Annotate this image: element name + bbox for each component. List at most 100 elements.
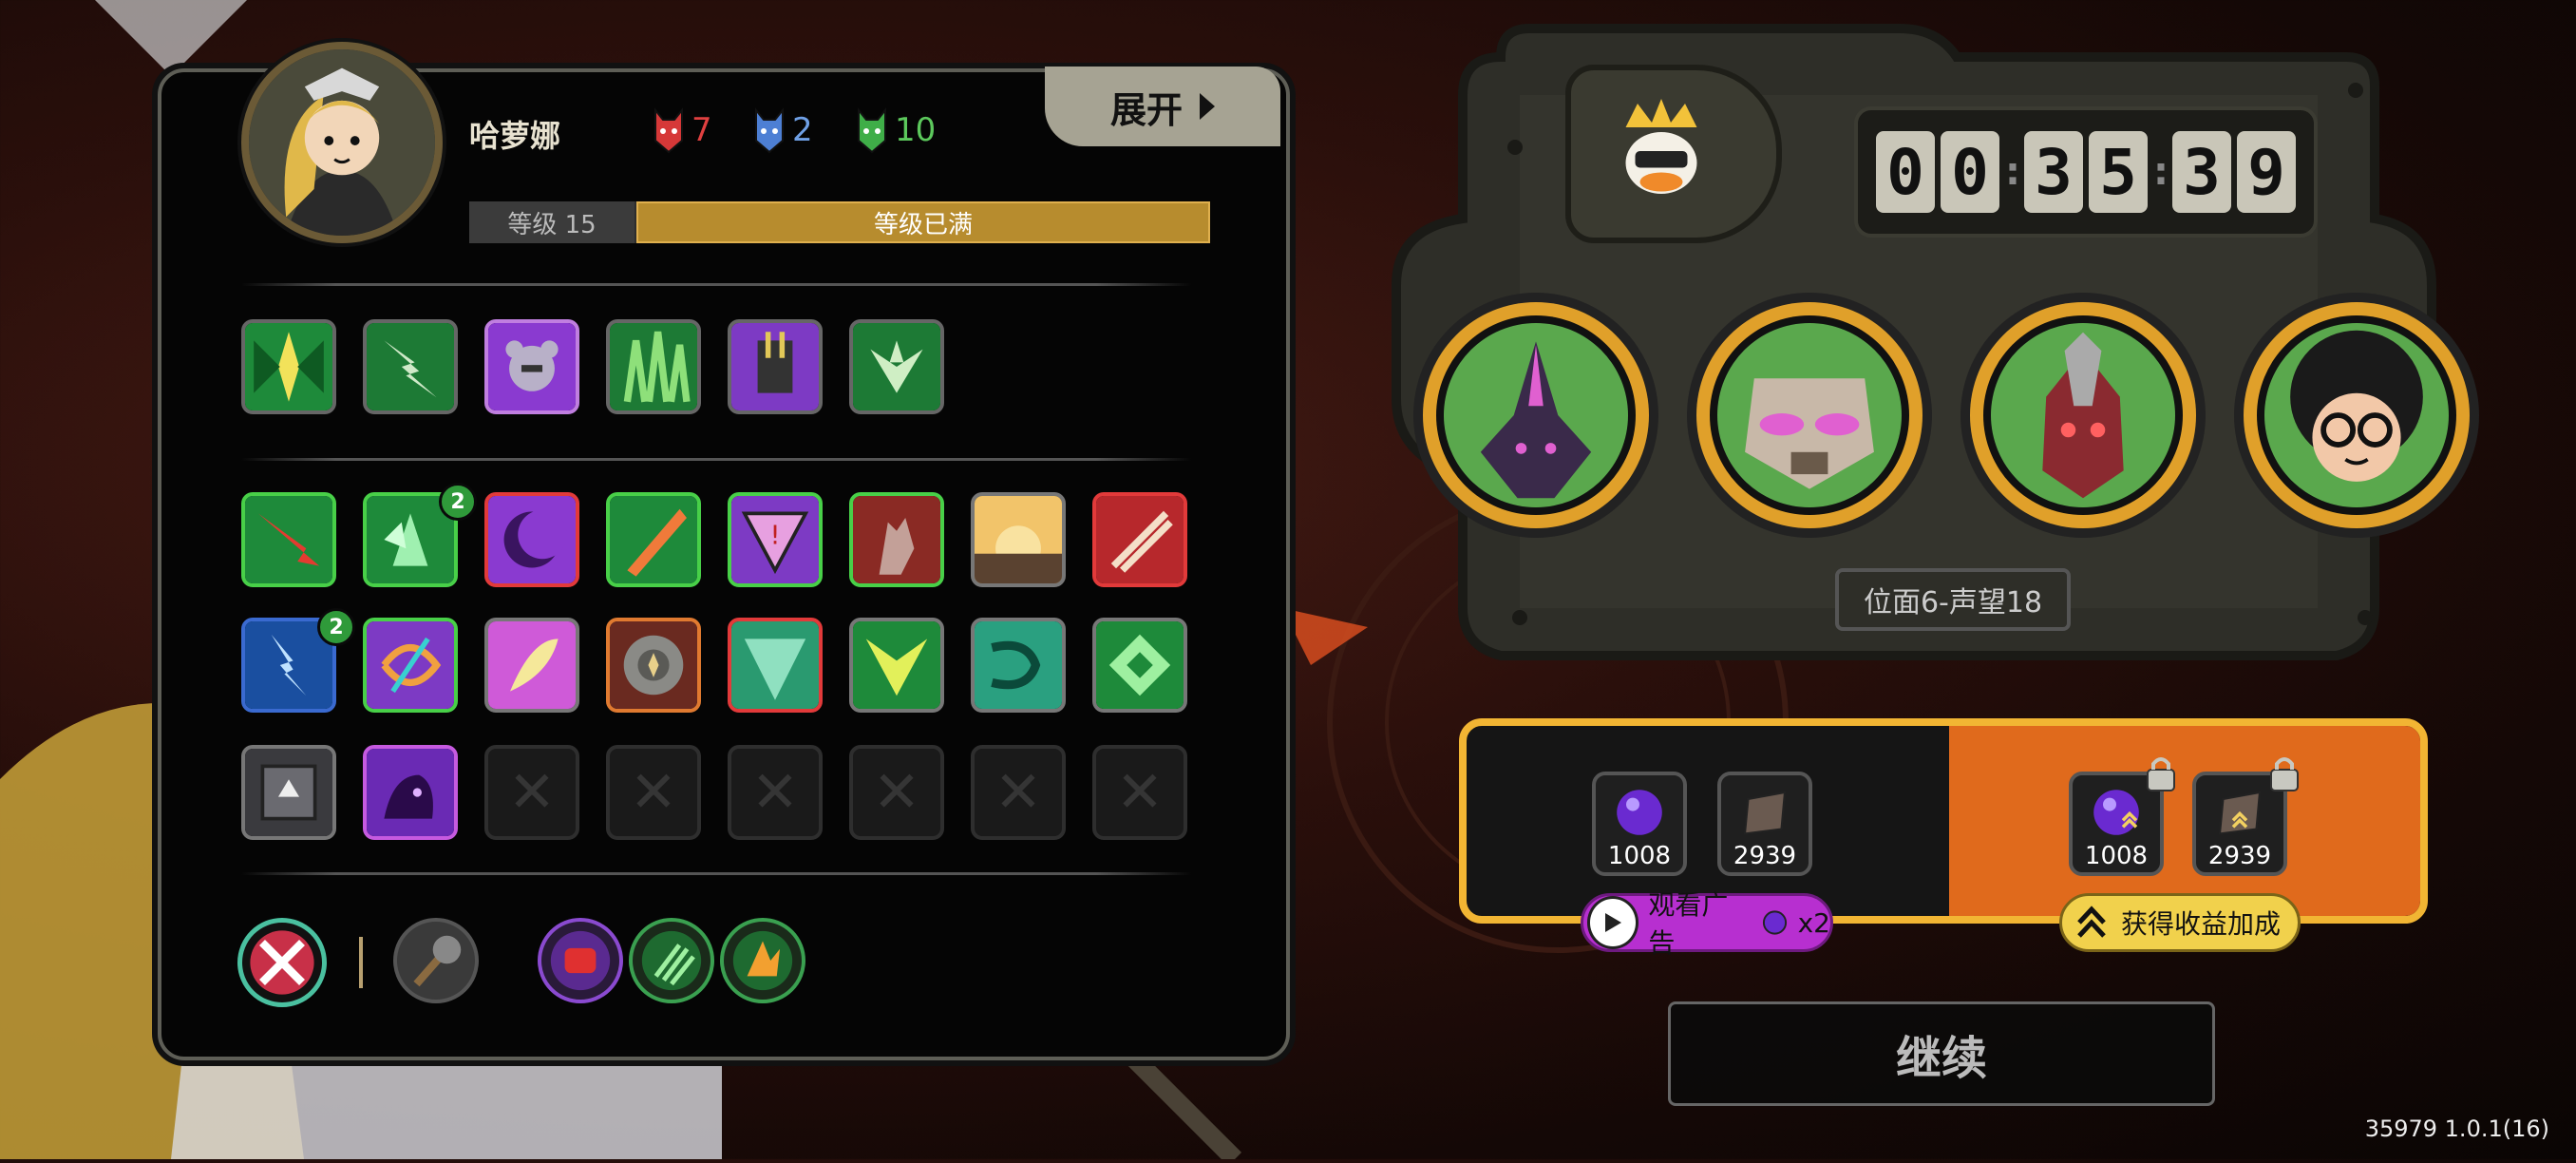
skill-slot[interactable] (606, 492, 701, 587)
team-hero-slot[interactable] (1696, 302, 1923, 528)
skill-slot[interactable] (1092, 618, 1187, 713)
reward-value: 1008 (2084, 842, 2149, 870)
version-label: 35979 1.0.1(16) (2364, 1115, 2549, 1142)
purple-bow-icon (367, 621, 454, 709)
equipment-slot-5[interactable] (728, 319, 823, 414)
equipment-slot-4[interactable] (606, 319, 701, 414)
green-claws-icon (641, 930, 702, 991)
timer-digit: 0 (1941, 131, 1999, 213)
empty-skill-slot: ✕ (484, 745, 579, 840)
mace-icon (413, 935, 462, 987)
green-v-icon (853, 621, 940, 709)
lock-icon (2270, 757, 2299, 791)
equipment-slot-1[interactable] (241, 319, 336, 414)
timer-digit: 9 (2237, 131, 2296, 213)
skill-slot[interactable] (363, 618, 458, 713)
purple-orb-icon (1762, 910, 1787, 935)
play-icon (1587, 896, 1639, 949)
ability-button[interactable] (720, 918, 805, 1003)
skill-slot[interactable] (241, 492, 336, 587)
book-icon (2218, 791, 2262, 835)
watch-ad-button[interactable]: 观看广告 x2 (1581, 889, 1833, 959)
skill-count-badge: 2 (439, 483, 477, 521)
skill-slot[interactable] (606, 618, 701, 713)
lock-icon (2147, 757, 2175, 791)
king-emblem[interactable] (1565, 65, 1782, 243)
grey-chest-icon (245, 749, 332, 836)
hero-avatar[interactable] (241, 42, 443, 243)
red-hand-icon (853, 496, 940, 583)
purple-orb-icon (1617, 790, 1662, 835)
fist-icon (550, 930, 611, 991)
timer-digit: 3 (2024, 131, 2083, 213)
skill-slot[interactable] (363, 745, 458, 840)
green-leaf-icon (853, 323, 940, 410)
plane-reputation-label: 位面6-声望18 (1835, 568, 2071, 631)
equipment-slot-3[interactable] (484, 319, 579, 414)
purple-triangle-icon: ! (731, 496, 819, 583)
red-stat: 7 (652, 106, 712, 154)
divider (241, 872, 1191, 875)
masked-robot-icon (1745, 378, 1874, 489)
purple-crescent-icon (488, 496, 576, 583)
green-flames-icon (610, 323, 697, 410)
red-beast-icon (2042, 332, 2124, 499)
purple-knight-icon (1480, 341, 1592, 499)
skill-slot[interactable] (971, 618, 1066, 713)
teal-claw-icon (731, 621, 819, 709)
hero-portrait-icon (249, 49, 435, 236)
skill-slot[interactable] (728, 618, 823, 713)
skill-slot[interactable]: ! (728, 492, 823, 587)
lightning-burst-icon (367, 323, 454, 410)
skill-slot[interactable] (484, 492, 579, 587)
ability-button[interactable] (538, 918, 623, 1003)
get-bonus-button[interactable]: 获得收益加成 (2059, 893, 2301, 952)
empty-skill-slot: ✕ (849, 745, 944, 840)
skill-slot[interactable] (1092, 492, 1187, 587)
play-arrow-icon (1200, 93, 1215, 120)
team-hero-slot[interactable] (2244, 302, 2470, 528)
close-icon: ✕ (872, 759, 921, 826)
sunrise-icon (975, 496, 1062, 583)
skill-slot[interactable] (971, 492, 1066, 587)
divider (241, 458, 1191, 461)
ability-button[interactable] (393, 918, 479, 1003)
watch-ad-label: 观看广告 (1648, 889, 1729, 959)
svg-text:!: ! (769, 520, 780, 551)
reward-value: 1008 (1607, 842, 1672, 870)
skill-slot[interactable] (484, 618, 579, 713)
blue-stat: 2 (752, 106, 813, 154)
continue-button[interactable]: 继续 (1668, 1001, 2215, 1106)
timer-colon: : (2153, 150, 2169, 194)
fire-burst-icon (732, 930, 793, 991)
ad-multiplier: x2 (1797, 906, 1830, 939)
ability-button[interactable] (237, 918, 327, 1007)
divider (359, 937, 363, 988)
level-label: 等级 15 (469, 201, 635, 243)
purple-beast-icon (367, 749, 454, 836)
equipment-slot-6[interactable] (849, 319, 944, 414)
reward-orb: 1008 (1592, 772, 1687, 876)
expand-button[interactable]: 展开 (1045, 67, 1280, 146)
close-icon: ✕ (629, 759, 678, 826)
red-stat-value: 7 (691, 111, 712, 149)
crowned-duck-icon (1625, 99, 1697, 194)
close-icon: ✕ (507, 759, 557, 826)
skill-slot[interactable] (241, 745, 336, 840)
afro-glasses-icon (2290, 330, 2423, 482)
expand-label: 展开 (1109, 88, 1183, 131)
blue-mask-icon (755, 107, 784, 154)
purple-orb-icon (2093, 790, 2139, 835)
equipment-slot-2[interactable] (363, 319, 458, 414)
level-status: 等级已满 (636, 201, 1210, 243)
reward-book: 2939 (1717, 772, 1812, 876)
double-chevron-up-icon (2077, 906, 2106, 938)
ability-button[interactable] (629, 918, 714, 1003)
crossed-swords-icon (250, 930, 314, 995)
skill-slot[interactable] (849, 618, 944, 713)
skill-slot[interactable] (849, 492, 944, 587)
team-hero-slot[interactable] (1423, 302, 1649, 528)
green-mask-icon (858, 107, 886, 154)
team-hero-slot[interactable] (1970, 302, 2196, 528)
green-stat: 10 (855, 106, 936, 154)
